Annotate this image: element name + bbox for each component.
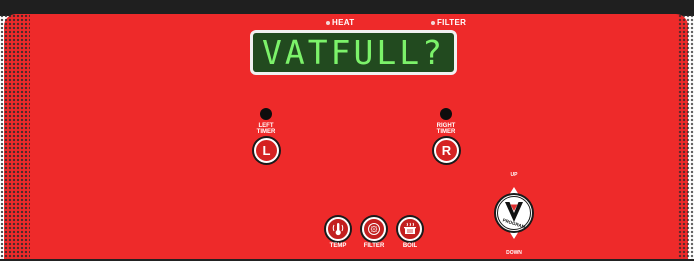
fryer-control-panel: HEAT FILTER VATFULL? LEFT TIMER L RIGHT … (0, 0, 694, 265)
heat-indicator-label: HEAT (332, 18, 355, 27)
right-timer-label: RIGHT TIMER (426, 123, 466, 135)
right-timer-lamp (440, 108, 452, 120)
boil-button[interactable] (398, 217, 422, 241)
temp-button[interactable] (326, 217, 350, 241)
lcd-display: VATFULL? (250, 30, 457, 75)
down-label: DOWN (506, 250, 522, 256)
temp-button-label: TEMP (329, 243, 347, 249)
left-timer-button-label: L (262, 143, 271, 158)
thermometer-icon (332, 223, 344, 236)
display-text: VATFULL? (262, 33, 445, 72)
right-halftone-edge (678, 14, 694, 260)
filter-indicator-light (431, 20, 435, 25)
left-halftone-edge (0, 14, 30, 260)
right-timer-button-label: R (441, 143, 452, 158)
filter-indicator-label: FILTER (437, 18, 467, 27)
left-timer-label-line2: TIMER (256, 129, 276, 135)
filter-indicator: FILTER (431, 18, 466, 27)
filter-button[interactable] (362, 217, 386, 241)
program-control: PROGRAM (489, 186, 539, 240)
filter-icon (368, 223, 380, 235)
right-timer-label-line2: TIMER (436, 129, 456, 135)
left-timer-lamp (260, 108, 272, 120)
left-timer-button[interactable]: L (254, 138, 279, 163)
heat-indicator-light (326, 20, 330, 25)
boil-icon (404, 222, 416, 234)
up-label: UP (510, 172, 518, 178)
left-timer-label: LEFT TIMER (246, 123, 286, 135)
right-timer-button[interactable]: R (434, 138, 459, 163)
heat-indicator: HEAT (326, 18, 354, 27)
filter-button-label: FILTER (363, 243, 385, 249)
bottom-edge (0, 259, 694, 261)
program-dial (494, 187, 534, 239)
boil-button-label: BOIL (402, 243, 418, 249)
